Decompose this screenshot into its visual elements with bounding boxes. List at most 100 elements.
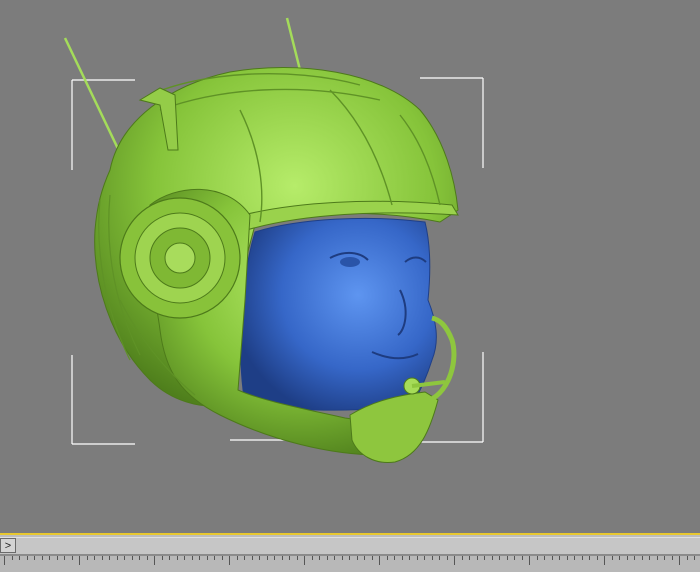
track-bar-tick	[42, 556, 43, 560]
track-bar-tick	[312, 556, 313, 560]
time-slider-next-button[interactable]: >	[0, 538, 16, 553]
track-bar-tick	[259, 556, 260, 560]
track-bar-tick	[402, 556, 403, 560]
track-bar-tick	[597, 556, 598, 560]
track-bar-tick	[297, 556, 298, 560]
track-bar-tick	[484, 556, 485, 560]
track-bar-tick	[454, 556, 455, 565]
track-bar-tick	[627, 556, 628, 560]
track-bar-tick	[117, 556, 118, 560]
track-bar-tick	[589, 556, 590, 560]
track-bar-tick	[102, 556, 103, 560]
track-bar-tick	[229, 556, 230, 565]
track-bar-tick	[349, 556, 350, 560]
track-bar-tick	[109, 556, 110, 560]
track-bar-tick	[664, 556, 665, 560]
track-bar-tick	[604, 556, 605, 565]
track-bar-tick	[334, 556, 335, 560]
track-bar-tick	[199, 556, 200, 560]
track-bar-tick	[657, 556, 658, 560]
track-bar-tick	[289, 556, 290, 560]
track-bar-tick	[64, 556, 65, 560]
track-bar-tick	[694, 556, 695, 560]
track-bar-tick	[477, 556, 478, 560]
track-bar-tick	[72, 556, 73, 560]
track-bar-tick	[567, 556, 568, 560]
track-bar-tick	[222, 556, 223, 560]
track-bar-tick	[417, 556, 418, 560]
track-bar-tick	[522, 556, 523, 560]
track-bar-tick	[507, 556, 508, 560]
track-bar-tick	[687, 556, 688, 560]
track-bar-tick	[574, 556, 575, 560]
track-bar-tick	[87, 556, 88, 560]
track-bar-tick	[207, 556, 208, 560]
track-bar-tick	[379, 556, 380, 565]
track-bar-tick	[447, 556, 448, 560]
track-bar-tick	[582, 556, 583, 560]
track-bar-tick	[27, 556, 28, 560]
track-bar[interactable]	[0, 555, 700, 572]
track-bar-tick	[544, 556, 545, 560]
track-bar-tick	[169, 556, 170, 560]
track-bar-tick	[424, 556, 425, 560]
track-bar-tick	[559, 556, 560, 560]
track-bar-tick	[432, 556, 433, 560]
track-bar-tick	[132, 556, 133, 560]
track-bar-tick	[394, 556, 395, 560]
track-bar-tick	[49, 556, 50, 560]
track-bar-tick	[304, 556, 305, 565]
track-bar-tick	[139, 556, 140, 560]
scene-render	[63, 17, 484, 464]
track-bar-tick	[642, 556, 643, 560]
track-bar-tick	[372, 556, 373, 560]
track-bar-tick	[184, 556, 185, 560]
track-bar-tick	[492, 556, 493, 560]
track-bar-tick	[537, 556, 538, 560]
track-bar-tick	[387, 556, 388, 560]
track-bar-tick	[154, 556, 155, 565]
track-bar-tick	[57, 556, 58, 560]
track-bar-tick	[462, 556, 463, 560]
track-bar-tick	[192, 556, 193, 560]
track-bar-tick	[162, 556, 163, 560]
track-bar-tick	[469, 556, 470, 560]
track-bar-tick	[619, 556, 620, 560]
track-bar-tick	[79, 556, 80, 565]
track-bar-tick	[529, 556, 530, 565]
track-bar-tick	[409, 556, 410, 560]
track-bar-tick	[237, 556, 238, 560]
track-bar-tick	[34, 556, 35, 560]
track-bar-tick	[679, 556, 680, 565]
track-bar-tick	[4, 556, 5, 565]
track-bar-tick	[327, 556, 328, 560]
track-bar-tick	[649, 556, 650, 560]
track-bar-tick	[439, 556, 440, 560]
track-bar-tick	[342, 556, 343, 560]
track-bar-tick	[147, 556, 148, 560]
time-slider[interactable]: >	[0, 537, 700, 555]
track-bar-tick	[672, 556, 673, 560]
track-bar-tick	[12, 556, 13, 560]
track-bar-tick	[244, 556, 245, 560]
track-bar-tick	[364, 556, 365, 560]
chevron-right-icon: >	[4, 539, 12, 552]
track-bar-tick	[274, 556, 275, 560]
track-bar-tick	[499, 556, 500, 560]
track-bar-tick	[514, 556, 515, 560]
track-bar-tick	[214, 556, 215, 560]
ear-cup	[119, 197, 241, 319]
track-bar-tick	[19, 556, 20, 560]
track-bar-tick	[124, 556, 125, 560]
track-bar-tick	[282, 556, 283, 560]
track-bar-tick	[319, 556, 320, 560]
timeline-panel: >	[0, 535, 700, 572]
viewport-perspective[interactable]	[0, 0, 700, 535]
track-bar-tick	[267, 556, 268, 560]
track-bar-tick	[177, 556, 178, 560]
track-bar-tick	[612, 556, 613, 560]
track-bar-tick	[634, 556, 635, 560]
track-bar-tick	[552, 556, 553, 560]
track-bar-tick	[94, 556, 95, 560]
track-bar-tick	[252, 556, 253, 560]
